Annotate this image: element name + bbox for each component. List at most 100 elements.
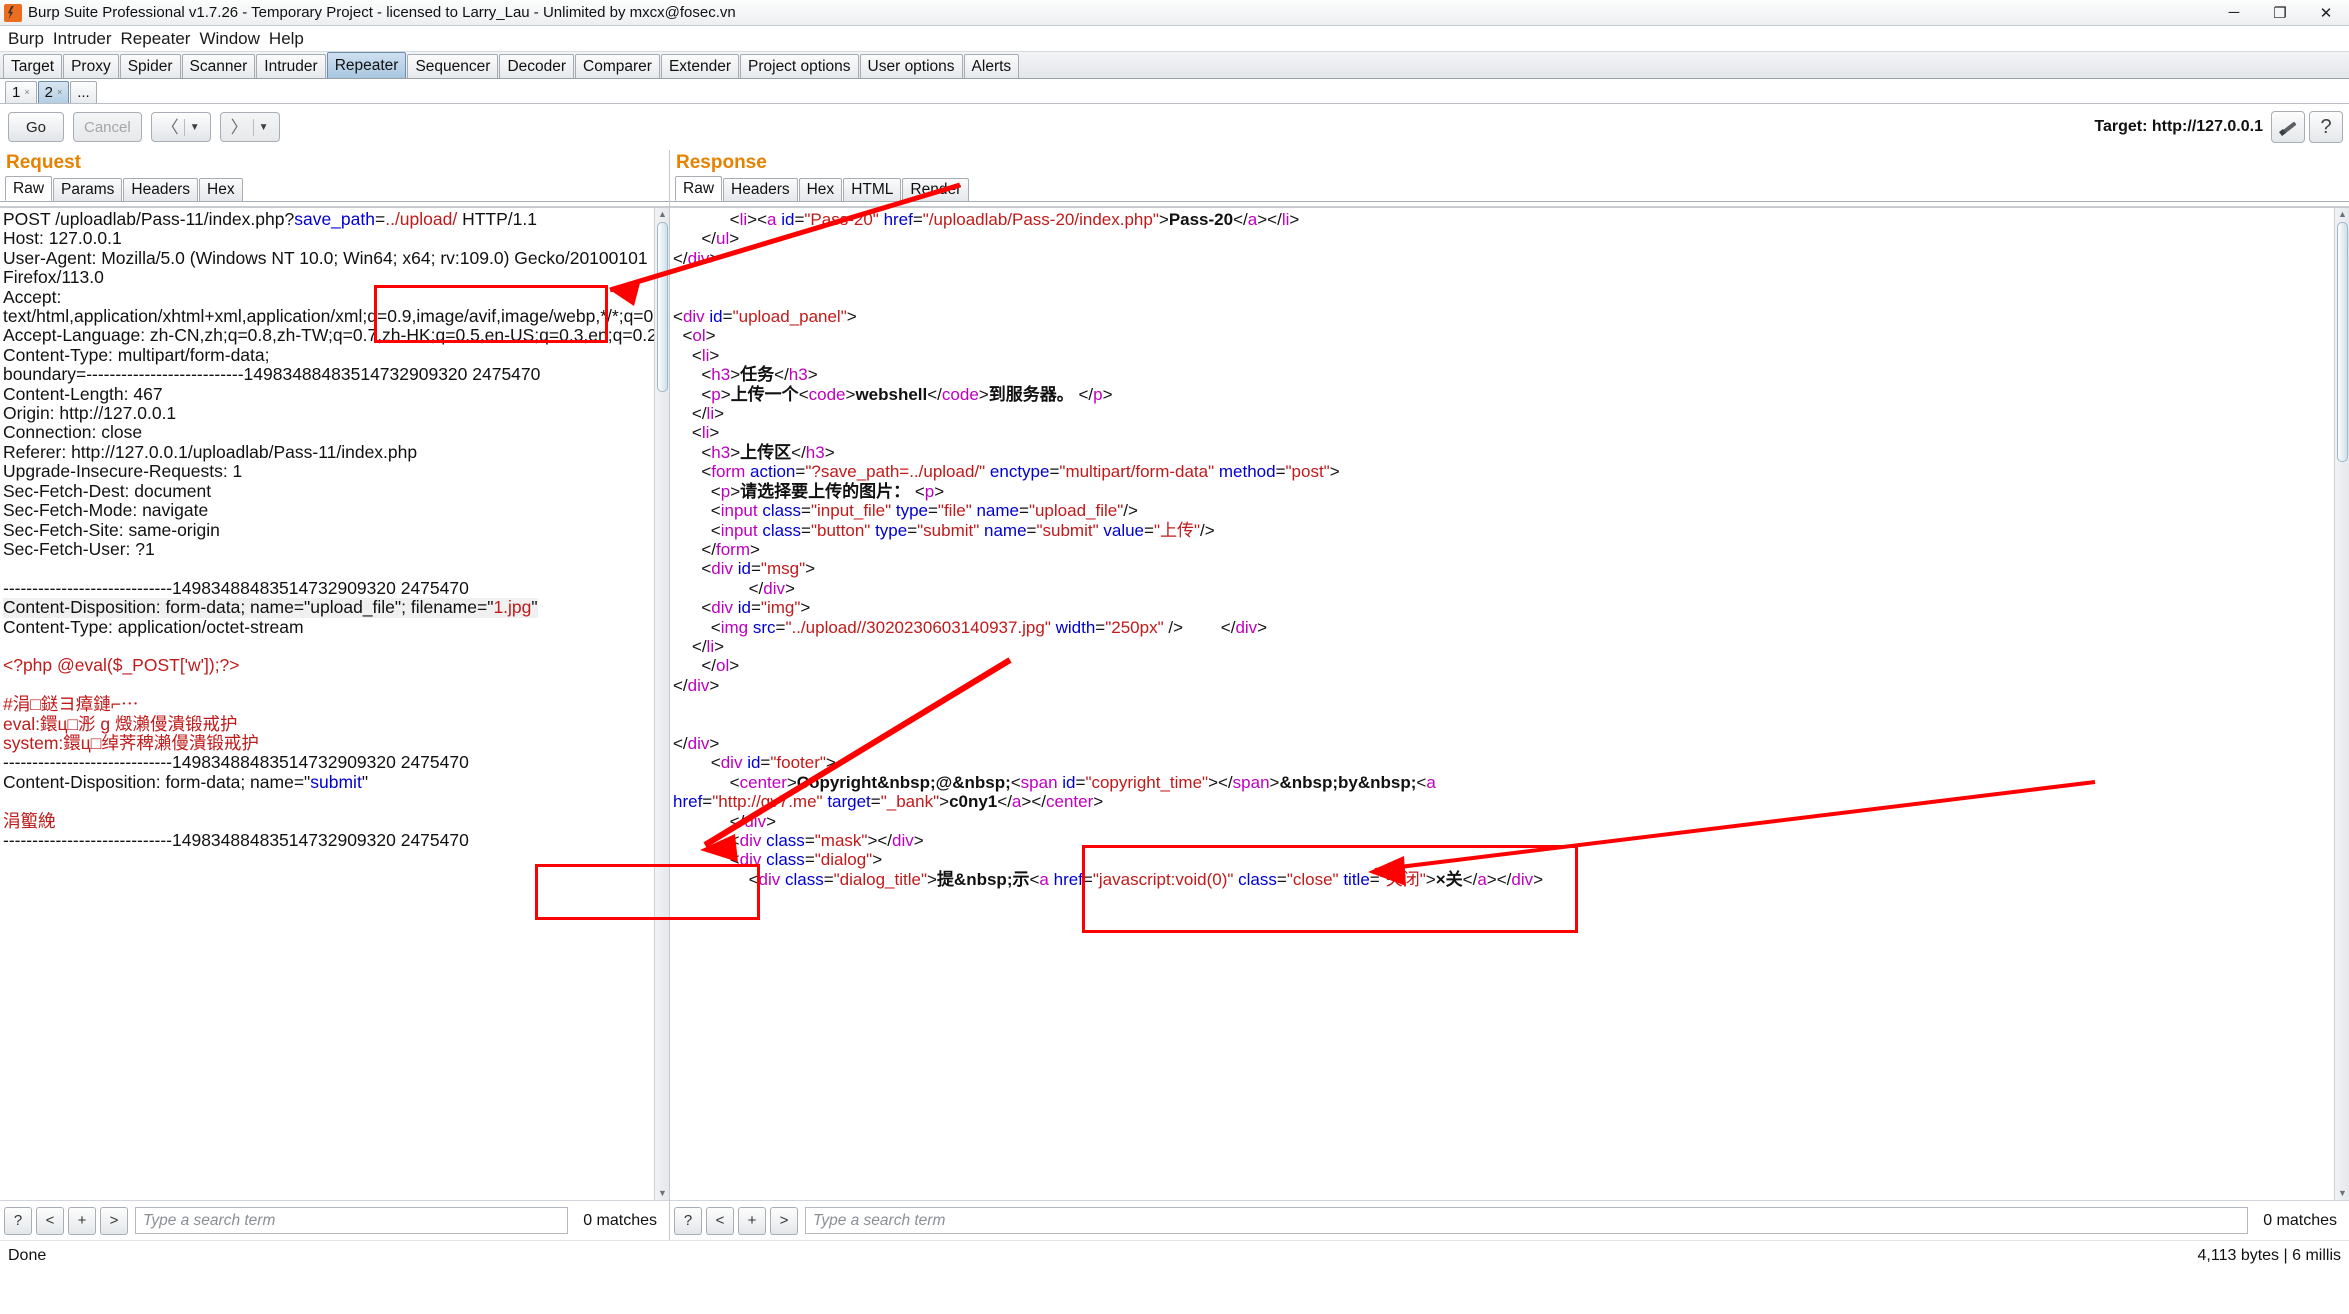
close-icon[interactable]: × bbox=[57, 82, 62, 103]
editor-token: Content-Disposition: form-data; name=" bbox=[3, 771, 311, 792]
tab-target[interactable]: Target bbox=[3, 54, 63, 78]
tab-project-options[interactable]: Project options bbox=[740, 54, 859, 78]
close-icon[interactable]: × bbox=[24, 82, 29, 103]
minimize-button[interactable]: ─ bbox=[2211, 0, 2257, 25]
request-tab-hex[interactable]: Hex bbox=[199, 178, 243, 201]
scroll-down-arrow[interactable]: ▼ bbox=[658, 1189, 667, 1198]
scroll-up-arrow[interactable]: ▲ bbox=[2338, 210, 2347, 219]
back-button[interactable]: 〈 ▼ bbox=[150, 112, 211, 142]
editor-token: src bbox=[752, 617, 776, 637]
response-tab-raw[interactable]: Raw bbox=[675, 176, 723, 201]
response-search-input[interactable]: Type a search term bbox=[805, 1207, 2249, 1234]
tab-user-options[interactable]: User options bbox=[859, 54, 963, 78]
response-text[interactable]: <li><a id="Pass-20" href="/uploadlab/Pas… bbox=[670, 208, 2349, 889]
editor-token: webshell bbox=[855, 384, 928, 404]
editor-line: </div> bbox=[673, 249, 2349, 268]
scroll-up-arrow[interactable]: ▲ bbox=[658, 210, 667, 219]
editor-token: ? bbox=[284, 209, 295, 229]
editor-line: Origin: http://127.0.0.1 bbox=[3, 403, 669, 423]
editor-token: div bbox=[687, 248, 710, 268]
tab-sequencer[interactable]: Sequencer bbox=[407, 54, 499, 78]
editor-token: > bbox=[913, 831, 924, 850]
editor-token: &nbsp;by&nbsp; bbox=[1279, 772, 1417, 792]
editor-token: = bbox=[804, 831, 815, 850]
scroll-down-arrow[interactable]: ▼ bbox=[2338, 1189, 2347, 1198]
request-tab-headers[interactable]: Headers bbox=[123, 178, 199, 201]
status-left-text: Done bbox=[8, 1246, 47, 1264]
editor-token: </ bbox=[673, 636, 707, 656]
maximize-button[interactable]: ❐ bbox=[2257, 0, 2303, 25]
search-help-button[interactable]: ? bbox=[674, 1206, 702, 1235]
menu-item-burp[interactable]: Burp bbox=[8, 29, 44, 49]
editor-token: = bbox=[794, 210, 805, 229]
search-add-button[interactable]: + bbox=[738, 1206, 766, 1235]
editor-token: id bbox=[737, 598, 751, 618]
response-tab-headers[interactable]: Headers bbox=[723, 178, 798, 201]
scroll-thumb[interactable] bbox=[657, 222, 668, 392]
editor-token: < bbox=[673, 442, 712, 462]
editor-token: > bbox=[714, 636, 725, 656]
search-prev-button[interactable]: < bbox=[36, 1206, 64, 1235]
response-scrollbar[interactable]: ▲ ▼ bbox=[2334, 208, 2349, 1200]
request-search-input[interactable]: Type a search term bbox=[135, 1207, 569, 1234]
search-next-button[interactable]: > bbox=[100, 1206, 128, 1235]
editor-token: id bbox=[737, 559, 751, 579]
cancel-button: Cancel bbox=[73, 112, 142, 142]
editor-token: a bbox=[767, 210, 782, 229]
search-help-button[interactable]: ? bbox=[4, 1206, 32, 1235]
tab-alerts[interactable]: Alerts bbox=[963, 54, 1020, 78]
tab-repeater[interactable]: Repeater bbox=[326, 52, 407, 78]
menu-item-help[interactable]: Help bbox=[269, 29, 304, 49]
scroll-thumb[interactable] bbox=[2337, 222, 2348, 462]
help-button[interactable]: ? bbox=[2309, 111, 2343, 143]
menu-item-repeater[interactable]: Repeater bbox=[121, 29, 191, 49]
request-editor[interactable]: POST /uploadlab/Pass-11/index.php?save_p… bbox=[0, 206, 669, 1200]
response-tab-hex[interactable]: Hex bbox=[798, 178, 843, 201]
editor-token: method bbox=[1218, 462, 1276, 482]
request-text[interactable]: POST /uploadlab/Pass-11/index.php?save_p… bbox=[0, 208, 669, 850]
tab-label: Decoder bbox=[507, 58, 567, 75]
editor-token: = bbox=[870, 792, 881, 812]
response-tab-html[interactable]: HTML bbox=[843, 178, 902, 201]
editor-token: ul bbox=[716, 229, 730, 249]
editor-line: <div id="img"> bbox=[673, 598, 2349, 617]
repeater-tab-1[interactable]: 1 × bbox=[5, 81, 37, 103]
editor-line: <div id="footer"> bbox=[673, 753, 2349, 772]
editor-line: Content-Type: application/octet-stream bbox=[3, 617, 669, 637]
editor-token: 上传一个 bbox=[730, 384, 799, 404]
request-match-count: 0 matches bbox=[583, 1211, 657, 1229]
editor-line: </div> bbox=[673, 579, 2349, 598]
menu-item-window[interactable]: Window bbox=[199, 29, 259, 49]
editor-token: span bbox=[1020, 772, 1063, 792]
editor-token: > bbox=[927, 869, 937, 889]
editor-token: class bbox=[1238, 869, 1277, 889]
tab-scanner[interactable]: Scanner bbox=[181, 54, 256, 78]
editor-line: Sec-Fetch-Mode: navigate bbox=[3, 500, 669, 520]
tab-comparer[interactable]: Comparer bbox=[575, 54, 660, 78]
go-button[interactable]: Go bbox=[8, 112, 64, 142]
editor-token: p bbox=[924, 481, 935, 501]
search-add-button[interactable]: + bbox=[68, 1206, 96, 1235]
chevron-down-icon: ▼ bbox=[258, 121, 269, 133]
request-tab-raw[interactable]: Raw bbox=[5, 176, 53, 201]
repeater-tab-moremoremore[interactable]: ... bbox=[70, 81, 97, 103]
editor-token: </ bbox=[791, 442, 806, 462]
tab-decoder[interactable]: Decoder bbox=[499, 54, 575, 78]
request-scrollbar[interactable]: ▲ ▼ bbox=[654, 208, 669, 1200]
editor-token: > bbox=[939, 792, 950, 812]
response-tab-render[interactable]: Render bbox=[902, 178, 970, 201]
tab-proxy[interactable]: Proxy bbox=[63, 54, 119, 78]
tab-extender[interactable]: Extender bbox=[660, 54, 739, 78]
request-tab-params[interactable]: Params bbox=[53, 178, 123, 201]
close-button[interactable]: ✕ bbox=[2303, 0, 2349, 25]
menu-item-intruder[interactable]: Intruder bbox=[53, 29, 112, 49]
tab-spider[interactable]: Spider bbox=[119, 54, 181, 78]
response-editor[interactable]: <li><a id="Pass-20" href="/uploadlab/Pas… bbox=[670, 206, 2349, 1200]
search-next-button[interactable]: > bbox=[770, 1206, 798, 1235]
tab-intruder[interactable]: Intruder bbox=[256, 54, 326, 78]
search-prev-button[interactable]: < bbox=[706, 1206, 734, 1235]
edit-target-button[interactable] bbox=[2271, 111, 2305, 143]
repeater-tab-2[interactable]: 2 × bbox=[37, 81, 70, 103]
forward-button[interactable]: 〉 ▼ bbox=[219, 112, 280, 142]
editor-token: </ bbox=[877, 831, 893, 850]
